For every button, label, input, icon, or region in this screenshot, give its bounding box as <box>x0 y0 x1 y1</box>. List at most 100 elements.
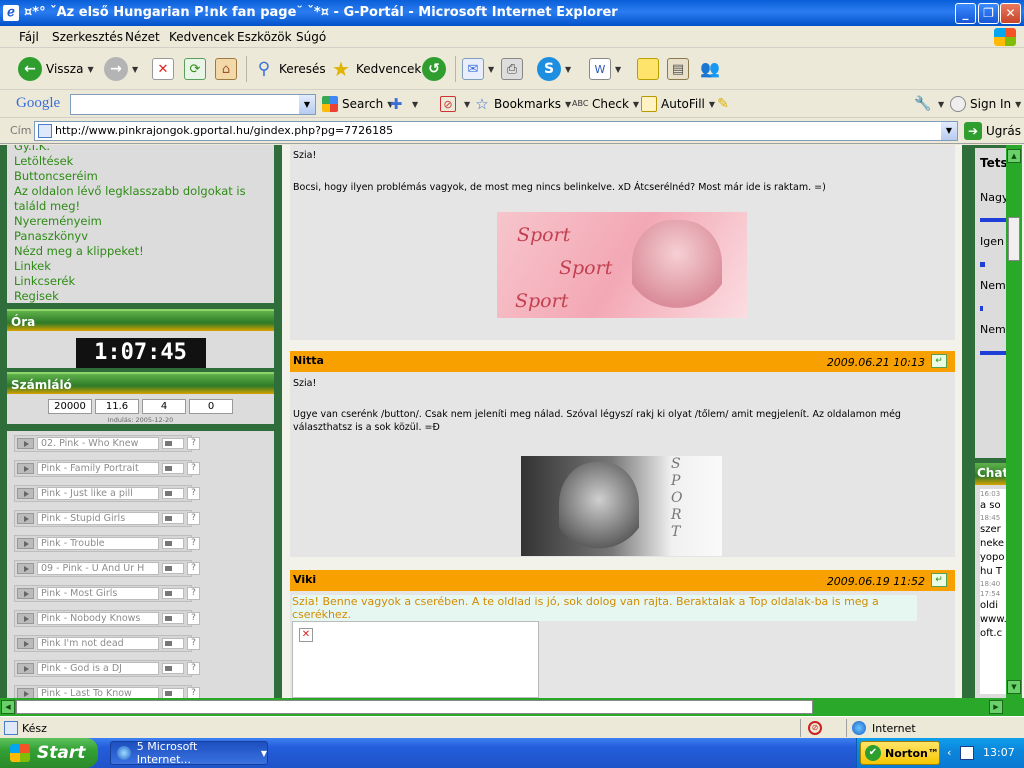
google-search-button[interactable]: Search ▼ <box>322 96 393 112</box>
forward-button[interactable]: → ▼ <box>104 54 138 84</box>
start-button[interactable]: Start <box>0 738 98 768</box>
play-icon[interactable] <box>17 488 34 499</box>
note-button[interactable] <box>637 54 659 84</box>
stop-icon[interactable] <box>162 538 184 549</box>
play-icon[interactable] <box>17 663 34 674</box>
address-input[interactable]: http://www.pinkrajongok.gportal.hu/ginde… <box>34 121 958 141</box>
poll-option[interactable]: Nagy <box>980 191 1008 204</box>
stop-icon[interactable] <box>162 438 184 449</box>
play-icon[interactable] <box>17 638 34 649</box>
scroll-thumb[interactable] <box>1008 217 1020 261</box>
stop-icon[interactable] <box>162 688 184 698</box>
menu-edit[interactable]: Szerkesztés <box>52 30 123 44</box>
stop-icon[interactable] <box>162 513 184 524</box>
ie-app-icon[interactable]: ℯ <box>3 5 19 21</box>
menu-tools[interactable]: Eszközök <box>237 30 292 44</box>
skype-button[interactable]: S ▼ <box>537 54 571 84</box>
popup-blocked-icon[interactable]: ⊘ <box>808 721 822 735</box>
help-icon[interactable]: ? <box>187 662 200 675</box>
security-zone[interactable]: Internet <box>852 721 916 735</box>
norton-button[interactable]: ✔ Norton™ <box>860 741 940 765</box>
nav-link-clips[interactable]: Nézd meg a klippeket! <box>7 244 274 259</box>
highlight-button[interactable]: ✎ <box>715 96 735 112</box>
nav-link-best-stuff[interactable]: Az oldalon lévő legklasszabb dolgokat is <box>7 184 274 199</box>
bookmarks-button[interactable]: ☆ Bookmarks ▼ <box>474 96 571 112</box>
spellcheck-button[interactable]: ABC Check ▼ <box>572 96 639 112</box>
play-icon[interactable] <box>17 463 34 474</box>
nav-link-button-exchanges[interactable]: Buttoncseréim <box>7 169 274 184</box>
settings-button[interactable]: 🔧 ▼ <box>914 96 944 112</box>
menu-file[interactable]: Fájl <box>19 30 39 44</box>
poll-option[interactable]: Nem <box>980 323 1006 336</box>
scroll-down-icon[interactable]: ▼ <box>1007 680 1021 694</box>
nav-link-downloads[interactable]: Letöltések <box>7 154 274 169</box>
help-icon[interactable]: ? <box>187 687 200 698</box>
help-icon[interactable]: ? <box>187 462 200 475</box>
taskbar-item-ie[interactable]: 5 Microsoft Internet... ▼ <box>110 740 268 766</box>
google-logo[interactable]: Google <box>16 95 60 112</box>
play-icon[interactable] <box>17 538 34 549</box>
tray-expand-icon[interactable]: ‹ <box>947 746 951 759</box>
refresh-button[interactable]: ⟳ <box>184 54 206 84</box>
play-icon[interactable] <box>17 513 34 524</box>
nav-link-prizes[interactable]: Nyereményeim <box>7 214 274 229</box>
help-icon[interactable]: ? <box>187 587 200 600</box>
reply-icon[interactable]: ↵ <box>931 573 947 587</box>
history-button[interactable]: ↺ <box>422 54 446 84</box>
nav-link-link-exchanges[interactable]: Linkcserék <box>7 274 274 289</box>
back-button[interactable]: ← Vissza ▼ <box>18 54 94 84</box>
play-icon[interactable] <box>17 588 34 599</box>
close-button[interactable]: ✕ <box>1000 3 1021 24</box>
stop-button[interactable]: ✕ <box>152 54 174 84</box>
nav-link-faq[interactable]: Gy.I.K. <box>7 145 274 154</box>
search-button[interactable]: ⚲ Keresés <box>253 54 326 84</box>
google-search-input[interactable]: ▼ <box>70 94 316 115</box>
help-icon[interactable]: ? <box>187 512 200 525</box>
favorites-button[interactable]: ★ Kedvencek <box>330 54 421 84</box>
stop-icon[interactable] <box>162 613 184 624</box>
stop-icon[interactable] <box>162 563 184 574</box>
title-bar[interactable]: ℯ ¤*° ˇAz első Hungarian P!nk fan page˘ … <box>0 0 1024 26</box>
help-icon[interactable]: ? <box>187 437 200 450</box>
nav-link-links[interactable]: Linkek <box>7 259 274 274</box>
reply-icon[interactable]: ↵ <box>931 354 947 368</box>
research-button[interactable]: ▤ <box>667 54 689 84</box>
poll-option[interactable]: Igen <box>980 235 1004 248</box>
poll-option[interactable]: Nem <box>980 279 1006 292</box>
scroll-right-icon[interactable]: ▶ <box>989 700 1003 714</box>
messenger-button[interactable]: 👥 <box>699 54 721 84</box>
google-add-button[interactable]: ✚ ▼ <box>388 96 418 112</box>
network-icon[interactable] <box>960 746 974 760</box>
menu-favorites[interactable]: Kedvencek <box>169 30 234 44</box>
nav-link-registrations[interactable]: Regisek <box>7 289 274 304</box>
stop-icon[interactable] <box>162 638 184 649</box>
mail-button[interactable]: ✉ ▼ <box>462 54 494 84</box>
help-icon[interactable]: ? <box>187 612 200 625</box>
play-icon[interactable] <box>17 688 34 698</box>
autofill-button[interactable]: AutoFill ▼ <box>641 96 715 112</box>
vertical-scrollbar[interactable]: ▲ ▼ <box>1006 145 1022 698</box>
chevron-down-icon[interactable]: ▼ <box>941 122 957 140</box>
nav-link-best-stuff-cont[interactable]: találd meg! <box>7 199 274 214</box>
help-icon[interactable]: ? <box>187 487 200 500</box>
stop-icon[interactable] <box>162 588 184 599</box>
sport-banner-pink[interactable]: Sport Sport Sport <box>497 212 747 318</box>
help-icon[interactable]: ? <box>187 562 200 575</box>
minimize-button[interactable]: _ <box>955 3 976 24</box>
chevron-down-icon[interactable]: ▼ <box>299 95 315 114</box>
play-icon[interactable] <box>17 613 34 624</box>
stop-icon[interactable] <box>162 463 184 474</box>
tray-clock[interactable]: 13:07 <box>983 746 1015 759</box>
play-icon[interactable] <box>17 563 34 574</box>
menu-view[interactable]: Nézet <box>125 30 160 44</box>
word-button[interactable]: W ▼ <box>589 54 621 84</box>
menu-help[interactable]: Súgó <box>296 30 326 44</box>
scroll-thumb[interactable] <box>16 700 813 714</box>
horizontal-scrollbar[interactable]: ◀ ▶ <box>0 698 1024 716</box>
maximize-button[interactable]: ❐ <box>978 3 999 24</box>
help-icon[interactable]: ? <box>187 537 200 550</box>
sign-in-button[interactable]: Sign In ▼ <box>950 96 1021 112</box>
stop-icon[interactable] <box>162 663 184 674</box>
nav-link-complaints[interactable]: Panaszkönyv <box>7 229 274 244</box>
print-button[interactable]: ⎙ <box>501 54 523 84</box>
